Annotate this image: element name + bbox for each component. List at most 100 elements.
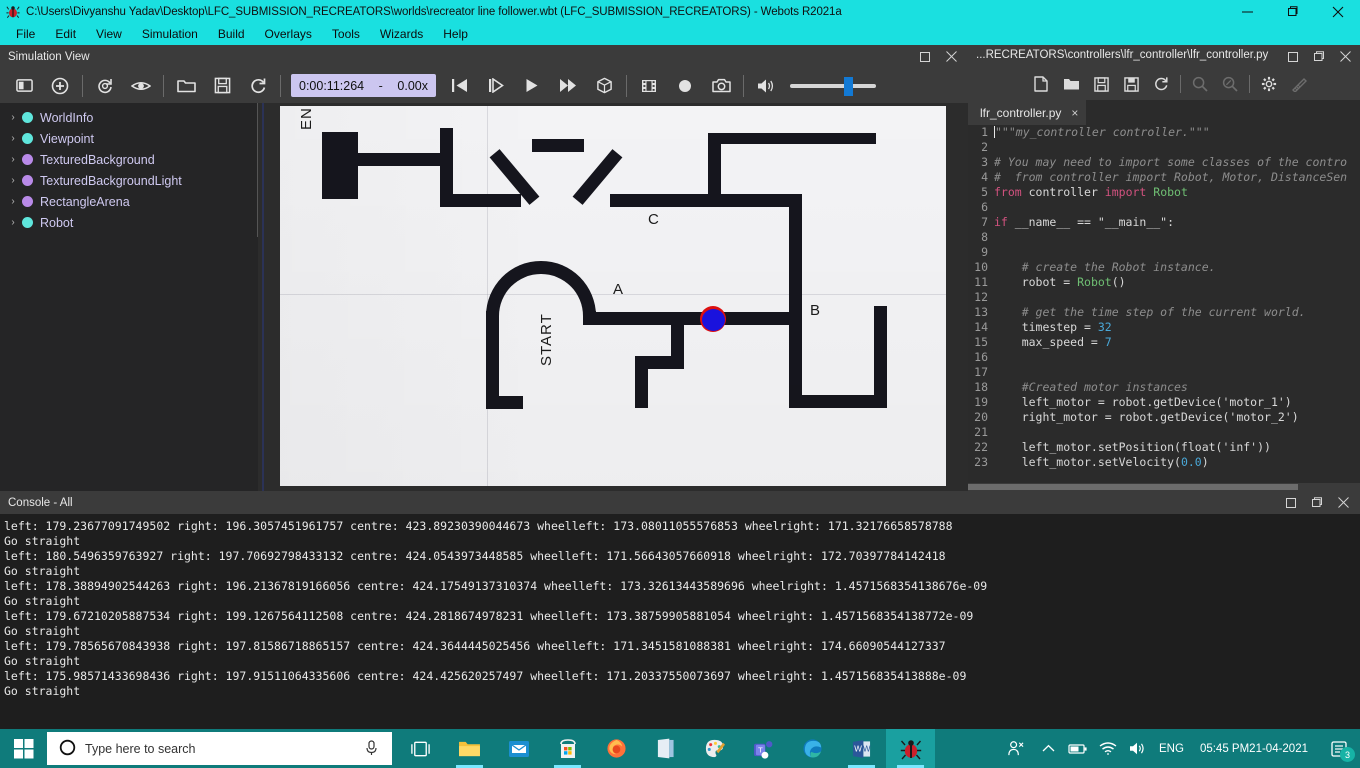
reload-world-icon[interactable] [87,71,123,101]
menu-item-view[interactable]: View [86,25,132,43]
file-explorer-icon[interactable] [445,729,494,768]
screenshot-icon[interactable] [703,71,739,101]
menu-item-overlays[interactable]: Overlays [255,25,322,43]
menu-item-tools[interactable]: Tools [322,25,370,43]
task-view-icon[interactable] [396,729,445,768]
code-line-number: 20 [974,410,988,424]
editor-restore-icon[interactable] [1280,45,1306,68]
editor-scrollbar-thumb[interactable] [968,484,1298,490]
code-editor-area[interactable]: 1 """my_controller controller.""" 2 3 # You … [968,125,1360,483]
paint-icon[interactable] [690,729,739,768]
windows-start-icon[interactable] [0,729,47,768]
scene-tree-item-rectanglearena[interactable]: › RectangleArena [0,191,258,212]
save-all-icon[interactable] [1116,70,1146,98]
toolbar-separator [82,74,83,97]
open-file-icon[interactable] [1056,70,1086,98]
webots-icon[interactable] [886,729,935,768]
rewind-icon[interactable] [442,71,478,101]
chevron-right-icon[interactable]: › [6,175,20,186]
menu-item-help[interactable]: Help [433,25,478,43]
3d-viewport[interactable]: END START A B C [258,103,968,536]
menu-item-simulation[interactable]: Simulation [132,25,208,43]
volume-icon[interactable] [1123,729,1153,768]
menu-item-build[interactable]: Build [208,25,255,43]
code-line-number: 9 [981,245,988,259]
chevron-right-icon[interactable]: › [6,196,20,207]
volume-slider[interactable] [790,76,876,96]
menu-item-edit[interactable]: Edit [45,25,86,43]
scene-tree-item-robot[interactable]: › Robot [0,212,258,233]
minimize-icon[interactable] [1225,0,1270,23]
scene-tree-item-texturedbackground[interactable]: › TexturedBackground [0,149,258,170]
chevron-right-icon[interactable]: › [6,133,20,144]
taskbar-clock[interactable]: 05:45 PM 21-04-2021 [1190,742,1318,756]
word-icon[interactable]: WW [837,729,886,768]
battery-icon[interactable] [1063,729,1093,768]
firefox-icon[interactable] [592,729,641,768]
console-output[interactable]: left: 179.23677091749502 right: 196.3057… [0,514,1360,729]
console-maximize-icon[interactable] [1304,491,1330,514]
reload-file-icon[interactable] [1146,70,1176,98]
people-icon[interactable] [997,729,1033,768]
simulation-panel-restore-icon[interactable] [912,45,938,68]
editor-maximize-icon[interactable] [1306,45,1332,68]
console-line: left: 180.5496359763927 right: 197.70692… [4,549,946,563]
microsoft-store-icon[interactable] [543,729,592,768]
microphone-icon[interactable] [365,740,378,759]
simulation-time-display[interactable]: 0:00:11:264 - 0.00x [291,74,436,97]
volume-slider-knob[interactable] [844,76,853,96]
console-close-icon[interactable] [1330,491,1356,514]
scene-tree-item-viewpoint[interactable]: › Viewpoint [0,128,258,149]
toggle-sidebar-icon[interactable] [6,71,42,101]
editor-tab-lfr-controller[interactable]: lfr_controller.py × [968,100,1087,125]
save-file-icon[interactable] [1086,70,1116,98]
wifi-icon[interactable] [1093,729,1123,768]
scene-tree-item-texturedbackgroundlight[interactable]: › TexturedBackgroundLight [0,170,258,191]
new-file-icon[interactable] [1026,70,1056,98]
code-line: 21 [968,425,1360,440]
console-header: Console - All [0,491,1360,514]
mail-icon[interactable] [494,729,543,768]
editor-close-icon[interactable] [1332,45,1358,68]
reset-simulation-icon[interactable] [240,71,276,101]
fast-forward-icon[interactable] [550,71,586,101]
menu-item-wizards[interactable]: Wizards [370,25,433,43]
chevron-right-icon[interactable]: › [6,112,20,123]
view-eye-icon[interactable] [123,71,159,101]
record-icon[interactable] [667,71,703,101]
onenote-icon[interactable] [641,729,690,768]
notifications-icon[interactable]: 3 [1318,729,1360,768]
chevron-right-icon[interactable]: › [6,217,20,228]
settings-gear-icon[interactable] [1254,70,1284,98]
movie-icon[interactable] [631,71,667,101]
code-line-number: 16 [974,350,988,364]
sound-icon[interactable] [748,71,784,101]
simulation-panel-close-icon[interactable] [938,45,964,68]
add-node-icon[interactable] [42,71,78,101]
show-hidden-icons-icon[interactable] [1033,729,1063,768]
open-world-icon[interactable] [168,71,204,101]
save-world-icon[interactable] [204,71,240,101]
console-line: left: 175.98571433698436 right: 197.9151… [4,669,967,683]
3d-view-icon[interactable] [586,71,622,101]
find-replace-icon[interactable] [1215,70,1245,98]
find-icon[interactable] [1185,70,1215,98]
code-line-text: right_motor = robot.getDevice('motor_2') [994,410,1299,424]
scene-tree-item-worldinfo[interactable]: › WorldInfo [0,107,258,128]
scene-tree-label: Robot [40,215,74,230]
close-icon[interactable] [1315,0,1360,23]
clean-icon[interactable] [1284,70,1314,98]
maximize-icon[interactable] [1270,0,1315,23]
search-input[interactable]: Type here to search [47,732,392,765]
simulation-scene[interactable]: END START A B C [280,106,946,486]
play-icon[interactable] [514,71,550,101]
microsoft-teams-icon[interactable]: T [739,729,788,768]
language-indicator[interactable]: ENG [1153,743,1190,755]
editor-horizontal-scrollbar[interactable] [968,483,1360,491]
editor-tab-close-icon[interactable]: × [1071,106,1078,120]
microsoft-edge-icon[interactable] [788,729,837,768]
step-icon[interactable] [478,71,514,101]
chevron-right-icon[interactable]: › [6,154,20,165]
menu-item-file[interactable]: File [6,25,45,43]
console-restore-icon[interactable] [1278,491,1304,514]
